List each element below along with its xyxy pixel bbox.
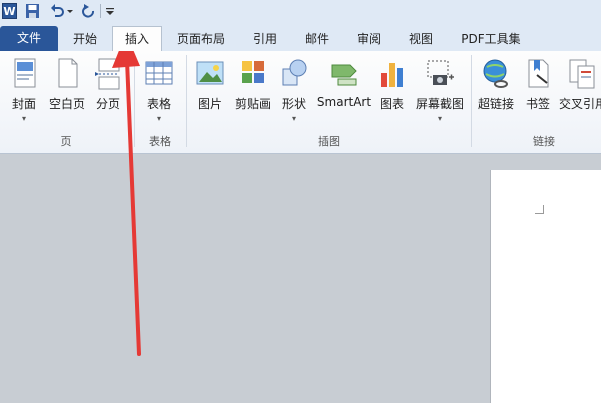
group-separator (186, 55, 187, 147)
clip-art-button[interactable]: 剪贴画 (232, 57, 274, 112)
shapes-label: 形状 (281, 97, 306, 111)
blank-page-icon (58, 58, 78, 88)
clip-art-icon (242, 61, 264, 83)
cover-page-label: 封面 (11, 97, 36, 111)
screenshot-icon (427, 60, 454, 85)
smartart-icon (331, 64, 357, 86)
table-dropdown-icon[interactable]: ▾ (140, 114, 178, 123)
document-page[interactable] (490, 170, 601, 403)
page-break-label: 分页 (95, 97, 120, 111)
undo-dropdown-icon[interactable] (66, 3, 74, 19)
tab-pdf-tools[interactable]: PDF工具集 (455, 27, 527, 51)
word-logo-icon[interactable]: W (2, 3, 17, 19)
cross-reference-icon (569, 59, 595, 89)
undo-icon[interactable] (50, 3, 64, 19)
smartart-label: SmartArt (316, 95, 372, 109)
picture-icon (196, 61, 224, 85)
group-pages-label: 页 (60, 135, 72, 148)
ribbon-tabs: 文件 开始 插入 页面布局 引用 邮件 审阅 视图 PDF工具集 (0, 22, 601, 52)
chart-button[interactable]: 图表 (376, 57, 408, 112)
tab-insert[interactable]: 插入 (112, 26, 162, 51)
chart-icon (381, 63, 403, 87)
screenshot-button[interactable]: 屏幕截图 ▾ (412, 57, 468, 123)
tab-view[interactable]: 视图 (400, 27, 442, 51)
toolbar-separator (100, 4, 101, 18)
picture-button[interactable]: 图片 (192, 57, 228, 112)
quick-access-toolbar: W (0, 0, 601, 22)
group-separator (134, 55, 135, 147)
hyperlink-label: 超链接 (477, 97, 514, 111)
table-label: 表格 (146, 97, 171, 111)
group-separator (471, 55, 472, 147)
table-button[interactable]: 表格 ▾ (140, 57, 178, 123)
redo-icon[interactable] (82, 3, 96, 19)
document-workspace[interactable] (0, 154, 601, 403)
tab-references[interactable]: 引用 (246, 27, 284, 51)
tab-file[interactable]: 文件 (0, 26, 58, 51)
group-tables-label: 表格 (149, 135, 171, 148)
tab-home[interactable]: 开始 (62, 27, 108, 51)
save-icon[interactable] (25, 3, 40, 19)
bookmark-label: 书签 (525, 97, 550, 111)
group-illustrations-label: 插图 (318, 135, 340, 148)
bookmark-button[interactable]: 书签 (522, 57, 554, 112)
cover-page-button[interactable]: 封面 ▾ (4, 57, 44, 123)
picture-label: 图片 (197, 97, 222, 111)
table-icon (145, 61, 173, 85)
cover-page-dropdown-icon[interactable]: ▾ (4, 114, 44, 123)
smartart-button[interactable]: SmartArt (314, 57, 374, 109)
blank-page-label: 空白页 (48, 97, 85, 111)
blank-page-button[interactable]: 空白页 (46, 57, 88, 112)
bookmark-icon (528, 59, 549, 88)
hyperlink-button[interactable]: 超链接 (476, 57, 516, 112)
page-break-icon (95, 58, 120, 90)
shapes-icon (282, 59, 307, 86)
cross-reference-button[interactable]: 交叉引用 (559, 57, 601, 112)
tab-mailings[interactable]: 邮件 (296, 27, 338, 51)
shapes-dropdown-icon[interactable]: ▾ (278, 114, 310, 123)
screenshot-label: 屏幕截图 (415, 97, 464, 111)
tab-page-layout[interactable]: 页面布局 (170, 27, 232, 51)
margin-corner-mark (535, 205, 544, 214)
chart-label: 图表 (379, 97, 404, 111)
hyperlink-icon (483, 59, 508, 88)
cover-page-icon (14, 58, 36, 88)
cross-reference-label: 交叉引用 (559, 97, 601, 111)
page-break-button[interactable]: 分页 (92, 57, 124, 112)
clip-art-label: 剪贴画 (234, 97, 271, 111)
screenshot-dropdown-icon[interactable]: ▾ (412, 114, 468, 123)
ribbon-panel: 封面 ▾ 空白页 分页 页 表格 ▾ 表格 图片 剪贴画 形状 ▾ SmartA… (0, 51, 601, 154)
tab-review[interactable]: 审阅 (348, 27, 390, 51)
customize-dropdown-icon[interactable] (105, 3, 115, 19)
shapes-button[interactable]: 形状 ▾ (278, 57, 310, 123)
group-links-label: 链接 (533, 135, 555, 148)
